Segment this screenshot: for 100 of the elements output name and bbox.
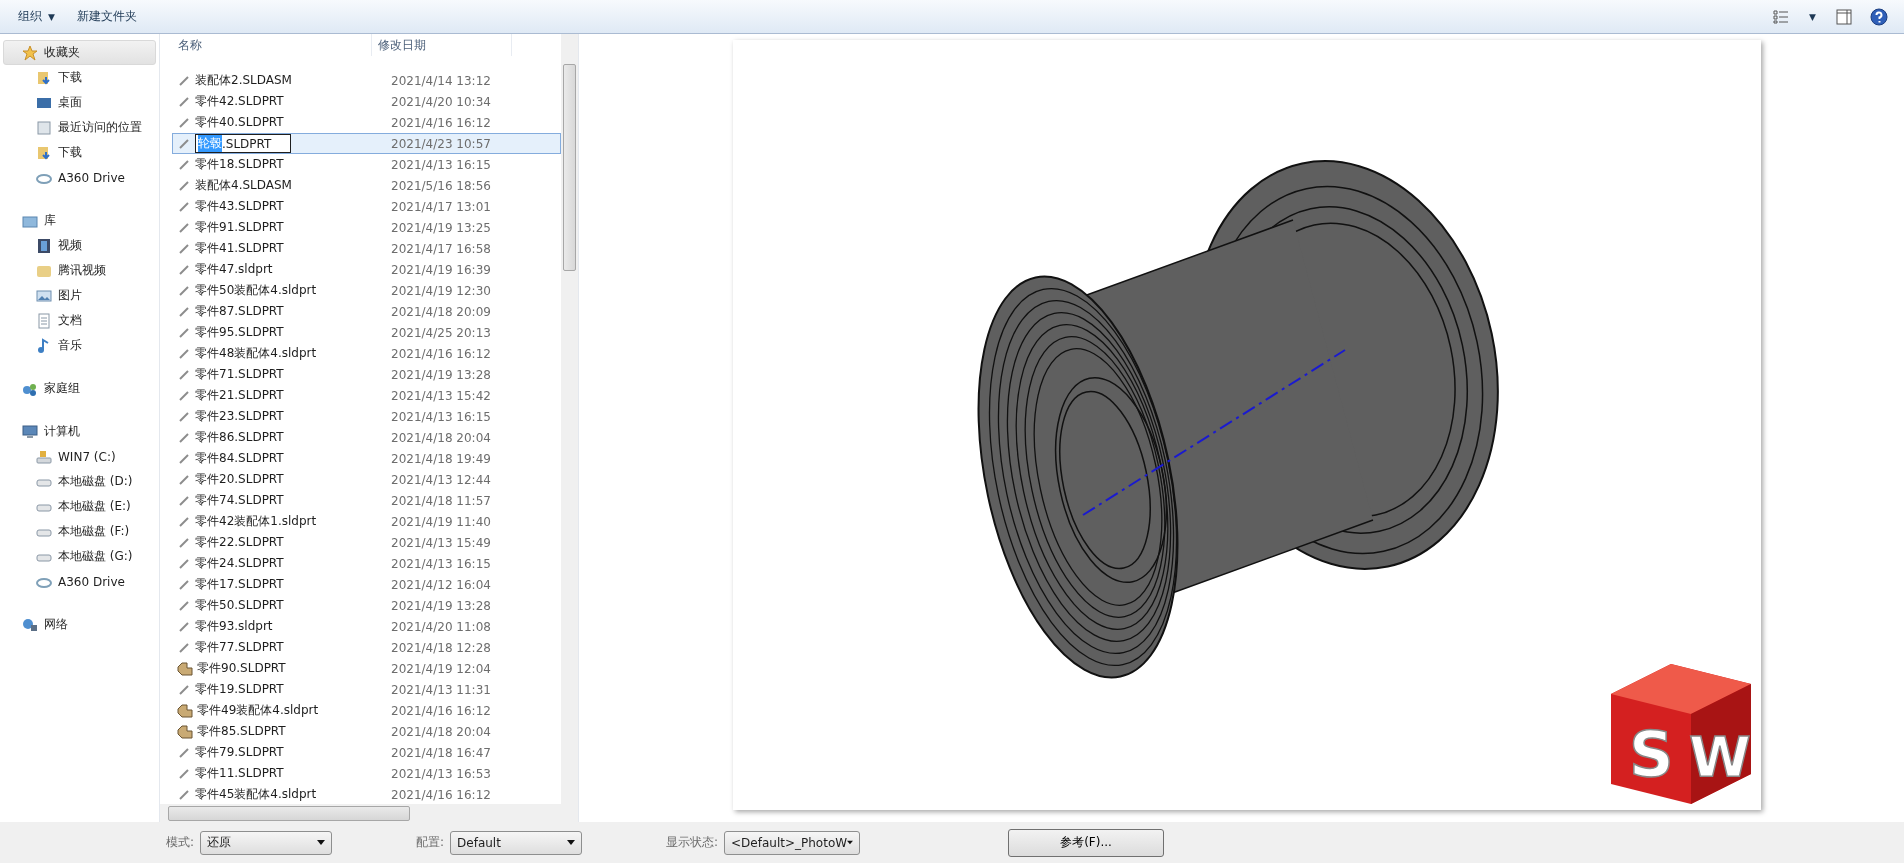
caret-icon: [567, 840, 576, 845]
nav-item[interactable]: 腾讯视频: [3, 258, 156, 283]
modified-date: 2021/4/18 12:28: [391, 640, 491, 655]
vertical-scrollbar[interactable]: [561, 34, 578, 804]
horizontal-scrollbar[interactable]: [160, 804, 578, 822]
file-row[interactable]: 零件42.SLDPRT 2021/4/20 10:34: [172, 91, 561, 112]
file-row[interactable]: 零件21.SLDPRT 2021/4/13 15:42: [172, 385, 561, 406]
file-row[interactable]: 装配体4.SLDASM 2021/5/16 18:56: [172, 175, 561, 196]
nav-item[interactable]: 音乐: [3, 333, 156, 358]
modified-date: 2021/4/23 10:57: [391, 136, 491, 151]
nav-item[interactable]: 本地磁盘 (F:): [3, 519, 156, 544]
file-row[interactable]: 装配体2.SLDASM 2021/4/14 13:12: [172, 70, 561, 91]
file-row[interactable]: 零件77.SLDPRT 2021/4/18 12:28: [172, 637, 561, 658]
file-name: 零件84.SLDPRT: [195, 450, 284, 467]
file-row[interactable]: 零件20.SLDPRT 2021/4/13 12:44: [172, 469, 561, 490]
file-name: 零件17.SLDPRT: [195, 576, 284, 593]
file-row[interactable]: 零件43.SLDPRT 2021/4/17 13:01: [172, 196, 561, 217]
file-row[interactable]: 零件93.sldprt 2021/4/20 11:08: [172, 616, 561, 637]
nav-group-item[interactable]: 网络: [3, 612, 156, 637]
nav-item[interactable]: A360 Drive: [3, 569, 156, 594]
nav-item[interactable]: 下载: [3, 65, 156, 90]
nav-group-item[interactable]: 收藏夹: [3, 40, 156, 65]
dropdown[interactable]: Default: [450, 830, 583, 855]
modified-date: 2021/4/18 20:09: [391, 304, 491, 319]
nav-group-item[interactable]: 计算机: [3, 419, 156, 444]
file-row[interactable]: 零件50.SLDPRT 2021/4/19 13:28: [172, 595, 561, 616]
file-name: 零件74.SLDPRT: [195, 492, 284, 509]
view-dropdown-button[interactable]: ▼: [1801, 7, 1824, 26]
nav-item[interactable]: 最近访问的位置: [3, 115, 156, 140]
file-row[interactable]: 零件86.SLDPRT 2021/4/18 20:04: [172, 427, 561, 448]
file-row[interactable]: 零件85.SLDPRT 2021/4/18 20:04: [172, 721, 561, 742]
file-row[interactable]: 零件17.SLDPRT 2021/4/12 16:04: [172, 574, 561, 595]
part-thumbnail-icon: [177, 430, 191, 445]
file-row[interactable]: 零件74.SLDPRT 2021/4/18 11:57: [172, 490, 561, 511]
dropdown[interactable]: 还原: [200, 830, 333, 855]
part-thumbnail-icon: [177, 115, 191, 130]
file-row[interactable]: 零件91.SLDPRT 2021/4/19 13:25: [172, 217, 561, 238]
part-thumbnail-icon: [177, 577, 191, 592]
file-name: 零件42装配体1.sldprt: [195, 513, 317, 530]
column-header[interactable]: 名称: [160, 34, 372, 56]
file-row[interactable]: 零件48装配体4.sldprt 2021/4/16 16:12: [172, 343, 561, 364]
nav-group-item[interactable]: 家庭组: [3, 376, 156, 401]
file-name: 零件42.SLDPRT: [195, 93, 284, 110]
nav-item[interactable]: 文档: [3, 308, 156, 333]
nav-item[interactable]: 桌面: [3, 90, 156, 115]
part-thumbnail-icon: [177, 220, 191, 235]
column-header[interactable]: 修改日期: [372, 34, 512, 56]
file-row[interactable]: 零件41.SLDPRT 2021/4/17 16:58: [172, 238, 561, 259]
file-row[interactable]: 零件40.SLDPRT 2021/4/16 16:12: [172, 112, 561, 133]
nav-item[interactable]: 下载: [3, 140, 156, 165]
part-thumbnail-icon: [177, 787, 191, 802]
file-row[interactable]: 零件23.SLDPRT 2021/4/13 16:15: [172, 406, 561, 427]
block-icon: [177, 723, 193, 740]
file-row[interactable]: 零件11.SLDPRT 2021/4/13 16:53: [172, 763, 561, 784]
file-row[interactable]: 零件19.SLDPRT 2021/4/13 11:31: [172, 679, 561, 700]
nav-item[interactable]: WIN7 (C:): [3, 444, 156, 469]
file-name: 零件91.SLDPRT: [195, 219, 284, 236]
file-row[interactable]: 零件24.SLDPRT 2021/4/13 16:15: [172, 553, 561, 574]
dropdown[interactable]: <Default>_PhotoW: [724, 830, 861, 855]
nav-item[interactable]: 图片: [3, 283, 156, 308]
file-row[interactable]: 零件49装配体4.sldprt 2021/4/16 16:12: [172, 700, 561, 721]
modified-date: 2021/4/13 12:44: [391, 472, 491, 487]
file-name: 零件86.SLDPRT: [195, 429, 284, 446]
file-name: 零件40.SLDPRT: [195, 114, 284, 131]
rename-field[interactable]: 轮毂.SLDPRT: [195, 134, 291, 153]
file-name: 零件47.sldprt: [195, 261, 273, 278]
nav-item[interactable]: 本地磁盘 (D:): [3, 469, 156, 494]
nav-item[interactable]: 本地磁盘 (G:): [3, 544, 156, 569]
file-row[interactable]: 零件50装配体4.sldprt 2021/4/19 12:30: [172, 280, 561, 301]
modified-date: 2021/4/19 16:39: [391, 262, 491, 277]
file-row[interactable]: 零件45装配体4.sldprt 2021/4/16 16:12: [172, 784, 561, 804]
file-row[interactable]: 零件47.sldprt 2021/4/19 16:39: [172, 259, 561, 280]
file-row[interactable]: 轮毂.SLDPRT 2021/4/23 10:57: [172, 133, 561, 154]
file-row[interactable]: 零件90.SLDPRT 2021/4/19 12:04: [172, 658, 561, 679]
file-row[interactable]: 零件95.SLDPRT 2021/4/25 20:13: [172, 322, 561, 343]
field-label: 模式:: [166, 834, 195, 851]
organize-menu[interactable]: 组织 ▼: [10, 4, 63, 29]
new-folder-button[interactable]: 新建文件夹: [68, 4, 145, 29]
file-row[interactable]: 零件71.SLDPRT 2021/4/19 13:28: [172, 364, 561, 385]
nav-item[interactable]: 视频: [3, 233, 156, 258]
modified-date: 2021/4/19 13:28: [391, 367, 491, 382]
file-row[interactable]: 零件79.SLDPRT 2021/4/18 16:47: [172, 742, 561, 763]
modified-date: 2021/4/14 13:12: [391, 73, 491, 88]
nav-item[interactable]: A360 Drive: [3, 165, 156, 190]
reference-button[interactable]: 参考(F)...: [1008, 828, 1164, 857]
file-row[interactable]: 零件22.SLDPRT 2021/4/13 15:49: [172, 532, 561, 553]
file-name: 装配体4.SLDASM: [195, 177, 292, 194]
block-icon: [177, 702, 193, 719]
field-label: 配置:: [416, 834, 445, 851]
modified-date: 2021/4/19 13:28: [391, 598, 491, 613]
file-row[interactable]: 零件84.SLDPRT 2021/4/18 19:49: [172, 448, 561, 469]
file-row[interactable]: 零件18.SLDPRT 2021/4/13 16:15: [172, 154, 561, 175]
nav-group-item[interactable]: 库: [3, 208, 156, 233]
file-row[interactable]: 零件42装配体1.sldprt 2021/4/19 11:40: [172, 511, 561, 532]
modified-date: 2021/4/16 16:12: [391, 115, 491, 130]
modified-date: 2021/4/12 16:04: [391, 577, 491, 592]
part-thumbnail-icon: [177, 241, 191, 256]
file-name: 零件71.SLDPRT: [195, 366, 284, 383]
nav-item[interactable]: 本地磁盘 (E:): [3, 494, 156, 519]
file-row[interactable]: 零件87.SLDPRT 2021/4/18 20:09: [172, 301, 561, 322]
